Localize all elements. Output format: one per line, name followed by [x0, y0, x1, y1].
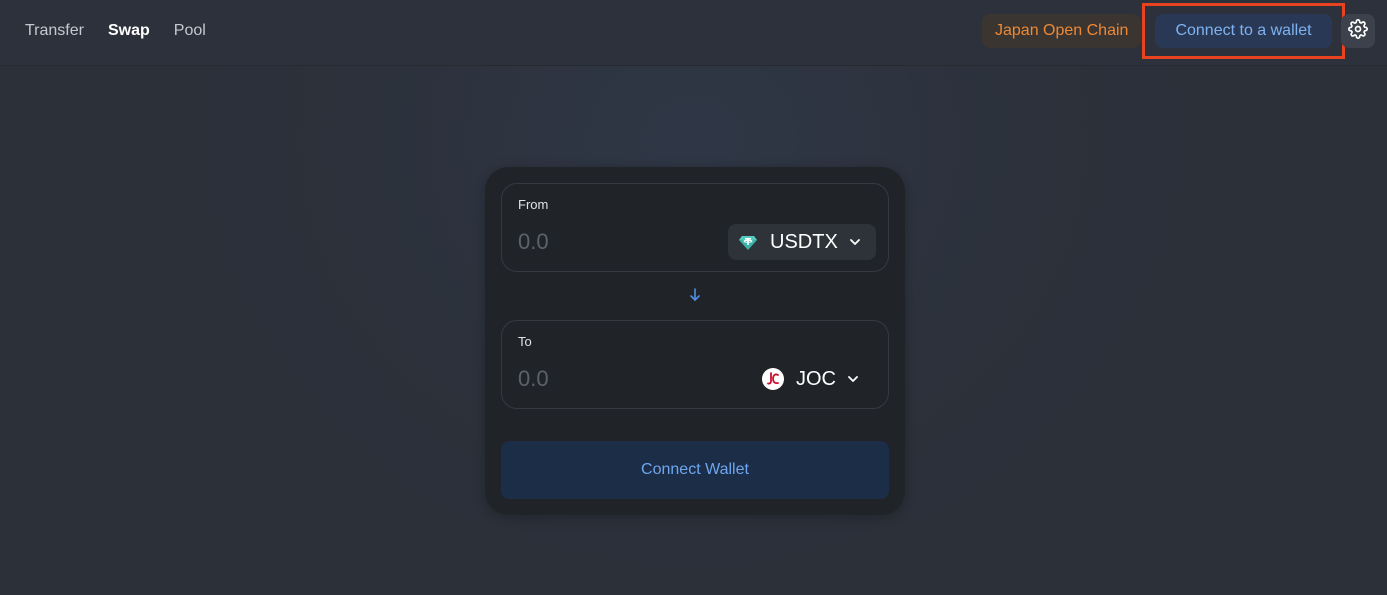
- from-token-select[interactable]: USDTX: [728, 224, 876, 260]
- connect-to-wallet-button[interactable]: Connect to a wallet: [1155, 14, 1332, 48]
- from-amount-input[interactable]: [518, 226, 698, 258]
- to-amount-input[interactable]: [518, 363, 698, 395]
- top-bar: Transfer Swap Pool Japan Open Chain Conn…: [0, 0, 1387, 66]
- main-nav: Transfer Swap Pool: [25, 20, 206, 42]
- connect-wallet-button[interactable]: Connect Wallet: [501, 441, 889, 499]
- from-token-symbol: USDTX: [770, 230, 838, 253]
- settings-button[interactable]: [1341, 14, 1375, 48]
- arrow-down-icon: [688, 287, 702, 303]
- joc-token-icon: [762, 368, 784, 390]
- to-token-select[interactable]: JOC: [762, 361, 876, 397]
- chevron-down-icon: [848, 235, 862, 249]
- gear-icon: [1348, 18, 1368, 44]
- nav-item-swap[interactable]: Swap: [108, 20, 150, 42]
- to-token-symbol: JOC: [796, 367, 836, 390]
- network-badge[interactable]: Japan Open Chain: [982, 14, 1142, 48]
- usdtx-token-icon: [738, 232, 758, 252]
- from-field: From USDTX: [501, 183, 889, 272]
- nav-item-pool[interactable]: Pool: [174, 20, 206, 42]
- from-label: From: [518, 197, 549, 212]
- swap-direction-button[interactable]: [688, 287, 702, 303]
- to-field: To JOC: [501, 320, 889, 409]
- swap-card: From USDTX: [485, 167, 905, 515]
- to-label: To: [518, 334, 532, 349]
- chevron-down-icon: [846, 372, 860, 386]
- nav-item-transfer[interactable]: Transfer: [25, 20, 84, 42]
